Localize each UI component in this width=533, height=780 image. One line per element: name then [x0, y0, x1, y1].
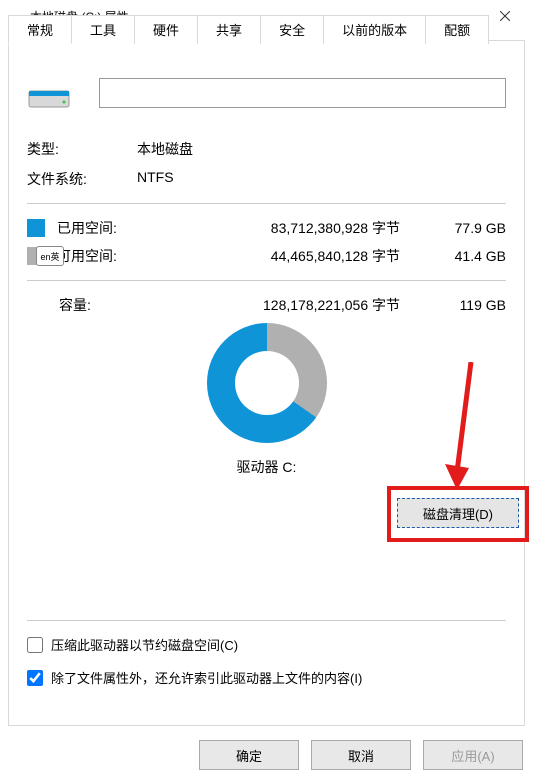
checkbox-section: 压缩此驱动器以节约磁盘空间(C) 除了文件属性外，还允许索引此驱动器上文件的内容…	[27, 606, 506, 701]
tab-previous[interactable]: 以前的版本	[323, 15, 426, 44]
separator-1	[27, 203, 506, 204]
row-used: 已用空间: 83,712,380,928 字节 77.9 GB	[27, 218, 506, 238]
used-gb: 77.9 GB	[426, 220, 506, 236]
drive-c-label: 驱动器 C:	[237, 457, 297, 477]
checkbox-index-label: 除了文件属性外，还允许索引此驱动器上文件的内容(I)	[51, 668, 362, 687]
tab-tools[interactable]: 工具	[71, 15, 135, 44]
ime-badge[interactable]: en英	[36, 246, 64, 266]
close-button[interactable]	[485, 0, 525, 32]
free-bytes: 44,465,840,128 字节	[167, 246, 426, 266]
label-capacity: 容量:	[27, 295, 167, 315]
swatch-used	[27, 219, 45, 237]
tab-strip: 常规 工具 硬件 共享 安全 以前的版本 配额	[8, 15, 488, 44]
tab-security[interactable]: 安全	[260, 15, 324, 44]
label-type: 类型:	[27, 139, 137, 159]
pie-chart	[207, 323, 327, 443]
drive-icon	[27, 71, 71, 115]
row-free: 可用空间: 44,465,840,128 字节 41.4 GB	[27, 246, 506, 266]
row-type: 类型: 本地磁盘	[27, 139, 506, 159]
label-used: 已用空间:	[57, 218, 167, 238]
dialog-buttons: 确定 取消 应用(A)	[199, 740, 523, 770]
pie-chart-area: 驱动器 C:	[27, 323, 506, 477]
checkbox-index[interactable]: 除了文件属性外，还允许索引此驱动器上文件的内容(I)	[27, 668, 506, 687]
cancel-button[interactable]: 取消	[311, 740, 411, 770]
separator-3	[27, 620, 506, 621]
drive-name-input[interactable]	[99, 78, 506, 108]
apply-button[interactable]: 应用(A)	[423, 740, 523, 770]
row-filesystem: 文件系统: NTFS	[27, 169, 506, 189]
checkbox-compress-label: 压缩此驱动器以节约磁盘空间(C)	[51, 635, 238, 654]
used-bytes: 83,712,380,928 字节	[167, 218, 426, 238]
ok-button[interactable]: 确定	[199, 740, 299, 770]
checkbox-compress-input[interactable]	[27, 637, 43, 653]
label-free: 可用空间:	[57, 246, 167, 266]
disk-cleanup-button[interactable]: 磁盘清理(D)	[397, 498, 519, 528]
tab-general[interactable]: 常规	[8, 15, 72, 44]
tab-sharing[interactable]: 共享	[197, 15, 261, 44]
tab-quota[interactable]: 配额	[425, 15, 489, 44]
capacity-bytes: 128,178,221,056 字节	[167, 295, 426, 315]
annotation-arrow	[443, 362, 483, 497]
checkbox-index-input[interactable]	[27, 670, 43, 686]
value-type: 本地磁盘	[137, 139, 193, 159]
value-filesystem: NTFS	[137, 169, 174, 189]
separator-2	[27, 280, 506, 281]
drive-header	[27, 71, 506, 115]
free-gb: 41.4 GB	[426, 248, 506, 264]
tab-hardware[interactable]: 硬件	[134, 15, 198, 44]
label-filesystem: 文件系统:	[27, 169, 137, 189]
row-capacity: 容量: 128,178,221,056 字节 119 GB	[27, 295, 506, 315]
checkbox-compress[interactable]: 压缩此驱动器以节约磁盘空间(C)	[27, 635, 506, 654]
capacity-gb: 119 GB	[426, 297, 506, 313]
